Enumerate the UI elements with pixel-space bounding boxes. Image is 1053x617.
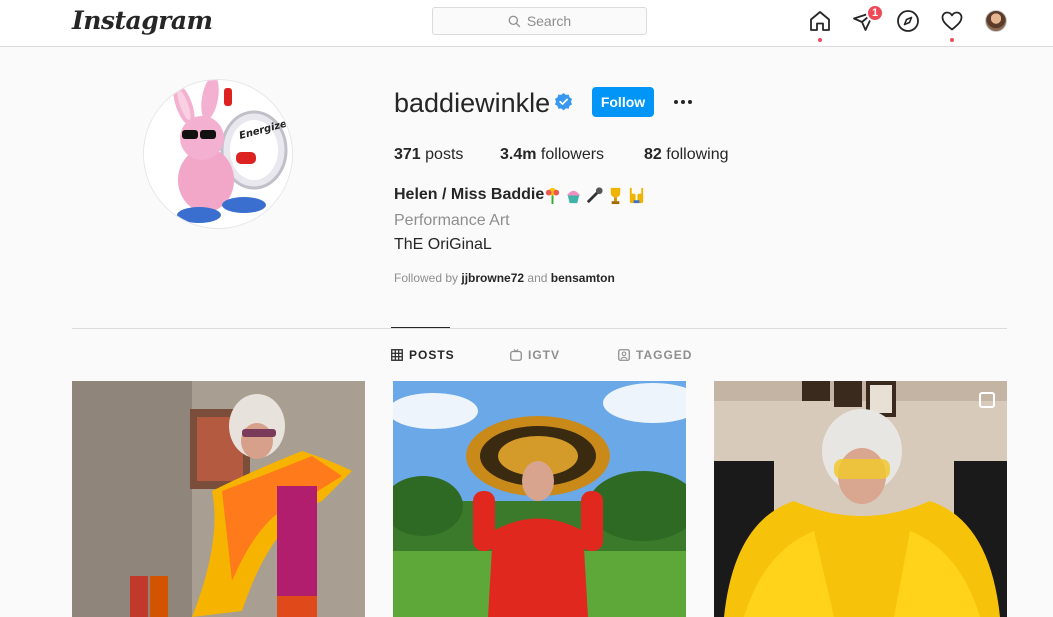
post-image [714, 381, 1007, 617]
followed-by-prefix: Followed by [394, 271, 459, 285]
more-dot-icon [674, 100, 678, 104]
posts-count: 371 [394, 146, 421, 163]
tagged-person-icon [618, 349, 630, 361]
profile-tabs-divider [72, 328, 1007, 329]
compass-icon [897, 10, 919, 32]
followers-label: followers [540, 146, 605, 163]
followed-by-text: Followed by jjbrowne72 and bensamton [394, 271, 615, 285]
tab-posts[interactable]: POSTS [391, 348, 455, 362]
search-icon [508, 15, 521, 27]
following-label: following [666, 146, 729, 163]
grid-icon [391, 349, 403, 361]
post-image [393, 381, 686, 617]
home-indicator-dot [818, 38, 822, 42]
bio-emojis [543, 186, 646, 205]
posts-count-stat: 371 posts [394, 146, 463, 164]
followed-by-and: and [527, 271, 548, 285]
trophy-emoji-icon [606, 186, 625, 205]
profile-avatar-button[interactable] [985, 10, 1007, 32]
heart-icon [941, 11, 963, 31]
profile-category: Performance Art [394, 212, 510, 229]
home-icon [810, 11, 830, 31]
profile-bio: ThE OriGinaL [394, 236, 492, 253]
follow-button[interactable]: Follow [592, 87, 654, 117]
post-thumbnail[interactable] [714, 381, 1007, 617]
post-thumbnail[interactable] [72, 381, 365, 617]
energizer-bunny-image: Energizer [144, 80, 292, 228]
following-count: 82 [644, 146, 662, 163]
microphone-emoji-icon [585, 186, 604, 205]
more-options-button[interactable] [671, 92, 695, 112]
search-input[interactable]: Search [432, 7, 647, 35]
tab-posts-label: POSTS [409, 348, 455, 362]
posts-label: posts [425, 146, 464, 163]
home-button[interactable] [808, 9, 832, 42]
explore-button[interactable] [896, 9, 920, 33]
followers-stat[interactable]: 3.4m followers [500, 146, 604, 164]
active-tab-indicator [391, 327, 450, 328]
post-thumbnail[interactable] [393, 381, 686, 617]
profile-full-name: Helen / Miss Baddie [394, 186, 545, 203]
more-dot-icon [688, 100, 692, 104]
followed-by-user-link[interactable]: jjbrowne72 [461, 271, 524, 285]
flower-emoji-icon [543, 186, 562, 205]
direct-button[interactable]: 1 [852, 4, 885, 33]
verified-badge-icon [554, 92, 573, 111]
top-navbar: Instagram Search 1 [0, 0, 1053, 47]
followers-count: 3.4m [500, 146, 537, 163]
direct-badge: 1 [866, 4, 885, 22]
search-placeholder: Search [526, 13, 572, 29]
more-dot-icon [681, 100, 685, 104]
activity-indicator-dot [950, 38, 954, 42]
igtv-icon [510, 349, 522, 361]
post-image [72, 381, 365, 617]
cupcake-emoji-icon [564, 186, 583, 205]
tab-igtv-label: IGTV [528, 348, 561, 362]
profile-username: baddiewinkle [394, 88, 551, 118]
profile-picture[interactable]: Energizer [143, 79, 293, 229]
tab-igtv[interactable]: IGTV [510, 348, 560, 362]
tab-tagged-label: TAGGED [636, 348, 693, 362]
activity-button[interactable] [940, 9, 964, 42]
rock-hands-emoji-icon [627, 186, 646, 205]
instagram-logo[interactable]: Instagram [72, 6, 213, 35]
following-stat[interactable]: 82 following [644, 146, 729, 164]
followed-by-user-link[interactable]: bensamton [551, 271, 615, 285]
tab-tagged[interactable]: TAGGED [618, 348, 692, 362]
